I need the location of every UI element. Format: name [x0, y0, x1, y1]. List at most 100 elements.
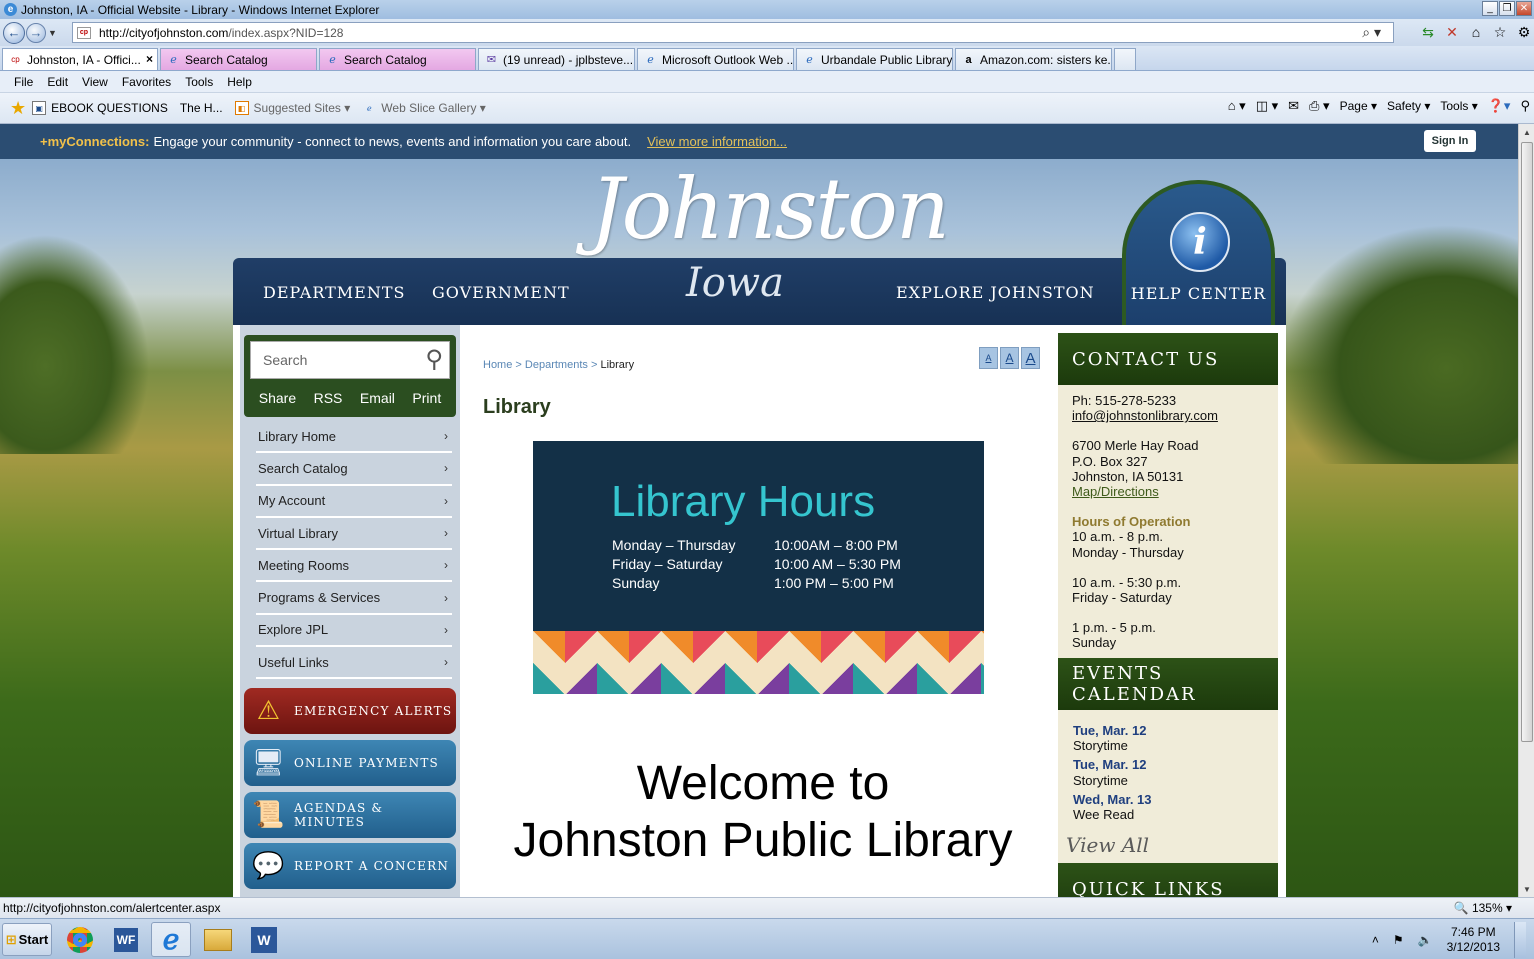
- word-taskbar-icon[interactable]: W: [244, 922, 284, 957]
- rss-feed-icon[interactable]: ◫ ▾: [1256, 98, 1278, 114]
- zoom-control[interactable]: 🔍 135% ▾: [1454, 901, 1512, 915]
- volume-icon[interactable]: 🔈: [1418, 933, 1433, 947]
- tab-outlook[interactable]: ℯ Microsoft Outlook Web ...: [637, 48, 794, 70]
- help-icon[interactable]: ❓▾: [1488, 98, 1511, 114]
- start-button[interactable]: ⊞ Start: [2, 923, 52, 956]
- breadcrumb-home[interactable]: Home: [483, 359, 512, 371]
- report-concern-button[interactable]: 💬 REPORT A CONCERN: [244, 843, 456, 889]
- page-menu[interactable]: Page ▾: [1340, 99, 1377, 113]
- print-link[interactable]: Print: [412, 390, 441, 406]
- event-date[interactable]: Wed, Mar. 13: [1073, 792, 1152, 807]
- tab-search-catalog[interactable]: ℯ Search Catalog: [160, 48, 317, 70]
- online-payments-button[interactable]: 🖥 ONLINE PAYMENTS: [244, 740, 456, 786]
- word-wordfinder-taskbar-icon[interactable]: WF: [106, 922, 146, 957]
- emergency-alerts-button[interactable]: ⚠ EMERGENCY ALERTS: [244, 688, 456, 734]
- menu-item-library-home[interactable]: Library Home ›: [256, 421, 452, 454]
- tools-menu[interactable]: Tools ▾: [1440, 99, 1477, 113]
- background-trees: [0, 234, 150, 454]
- menu-item-search-catalog[interactable]: Search Catalog ›: [256, 453, 452, 486]
- research-icon[interactable]: ⚲: [1520, 98, 1530, 114]
- vertical-scrollbar[interactable]: ▲ ▼: [1518, 124, 1534, 897]
- menu-view[interactable]: View: [82, 75, 108, 89]
- refresh-icon[interactable]: ⇆: [1418, 22, 1438, 42]
- sign-in-button[interactable]: Sign In: [1424, 130, 1476, 152]
- email-link[interactable]: info@johnstonlibrary.com: [1072, 408, 1218, 423]
- font-medium-button[interactable]: A: [1000, 347, 1019, 369]
- menu-item-virtual-library[interactable]: Virtual Library ›: [256, 518, 452, 551]
- mail-icon[interactable]: ✉: [1288, 98, 1299, 114]
- menu-edit[interactable]: Edit: [47, 75, 68, 89]
- menu-help[interactable]: Help: [227, 75, 252, 89]
- event-date[interactable]: Tue, Mar. 12: [1073, 723, 1152, 738]
- chrome-taskbar-icon[interactable]: [60, 922, 100, 957]
- rss-link[interactable]: RSS: [314, 390, 343, 406]
- email-link[interactable]: Email: [360, 390, 395, 406]
- agendas-minutes-button[interactable]: 📜 AGENDAS & MINUTES: [244, 792, 456, 838]
- favorites-star-icon[interactable]: ★: [10, 98, 26, 119]
- nav-explore-johnston[interactable]: EXPLORE JOHNSTON: [896, 283, 1095, 302]
- scroll-down-icon[interactable]: ▼: [1519, 881, 1534, 897]
- internet-explorer-taskbar-icon[interactable]: ℯ: [151, 922, 191, 957]
- home-icon[interactable]: ⌂: [1466, 22, 1486, 42]
- fav-suggested-sites[interactable]: ◧ Suggested Sites ▾: [234, 101, 350, 115]
- tab-amazon[interactable]: a Amazon.com: sisters ke...: [955, 48, 1112, 70]
- view-more-link[interactable]: View more information...: [647, 134, 787, 149]
- action-center-flag-icon[interactable]: ⚑: [1393, 933, 1404, 947]
- share-link[interactable]: Share: [259, 390, 296, 406]
- home-icon[interactable]: ⌂ ▾: [1228, 98, 1246, 114]
- tab-johnston[interactable]: cp Johnston, IA - Offici... ×: [2, 48, 158, 70]
- search-icon[interactable]: ⌕ ▾: [1362, 24, 1381, 41]
- menu-item-useful-links[interactable]: Useful Links ›: [256, 647, 452, 680]
- new-tab-button[interactable]: [1114, 48, 1136, 70]
- url-field[interactable]: cp http://cityofjohnston.com/index.aspx?…: [72, 22, 1394, 43]
- gear-icon[interactable]: ⚙: [1514, 22, 1534, 42]
- nav-government[interactable]: GOVERNMENT: [432, 283, 570, 302]
- menu-file[interactable]: File: [14, 75, 33, 89]
- show-desktop-button[interactable]: [1514, 921, 1526, 958]
- breadcrumb-departments[interactable]: Departments: [525, 359, 588, 371]
- file-explorer-taskbar-icon[interactable]: [198, 922, 238, 957]
- print-icon[interactable]: ⎙ ▾: [1309, 98, 1330, 114]
- close-tab-icon[interactable]: ×: [146, 52, 153, 66]
- stop-icon[interactable]: ✕: [1442, 22, 1462, 42]
- forward-button[interactable]: →: [26, 22, 46, 43]
- search-icon[interactable]: ⚲: [425, 345, 443, 374]
- view-all-events-link[interactable]: View All: [1066, 833, 1149, 857]
- johnston-iowa-logo[interactable]: Johnston Iowa: [580, 160, 950, 310]
- menu-favorites[interactable]: Favorites: [122, 75, 171, 89]
- tab-label: Johnston, IA - Offici...: [27, 52, 141, 67]
- fav-the-h[interactable]: The H...: [180, 101, 223, 115]
- font-large-button[interactable]: A: [1021, 347, 1040, 369]
- site-search-input[interactable]: Search ⚲: [250, 341, 450, 379]
- menu-item-my-account[interactable]: My Account ›: [256, 486, 452, 518]
- hours-heading: Library Hours: [611, 477, 876, 526]
- back-button[interactable]: ←: [3, 21, 25, 44]
- nav-departments[interactable]: DEPARTMENTS: [263, 283, 406, 302]
- event-date[interactable]: Tue, Mar. 12: [1073, 757, 1152, 772]
- favorites-star-icon[interactable]: ☆: [1490, 22, 1510, 42]
- menu-item-programs-services[interactable]: Programs & Services ›: [256, 582, 452, 615]
- menu-item-explore-jpl[interactable]: Explore JPL ›: [256, 615, 452, 648]
- show-hidden-icons-icon[interactable]: ˄: [1372, 933, 1379, 947]
- fav-ebook-questions[interactable]: ▣ EBOOK QUESTIONS: [32, 101, 168, 115]
- tab-urbandale[interactable]: ℯ Urbandale Public Library: [796, 48, 953, 70]
- map-directions-link[interactable]: Map/Directions: [1072, 484, 1218, 499]
- help-center-button[interactable]: i HELP CENTER: [1122, 180, 1275, 325]
- hours-days: Friday – Saturday: [612, 556, 723, 572]
- safety-menu[interactable]: Safety ▾: [1387, 99, 1430, 113]
- tab-search-catalog-2[interactable]: ℯ Search Catalog: [319, 48, 476, 70]
- menu-tools[interactable]: Tools: [185, 75, 213, 89]
- menu-item-meeting-rooms[interactable]: Meeting Rooms ›: [256, 550, 452, 583]
- info-icon: i: [1170, 212, 1230, 272]
- restore-button[interactable]: ❐: [1499, 1, 1515, 16]
- scroll-up-icon[interactable]: ▲: [1519, 124, 1534, 140]
- tab-mail[interactable]: ✉ (19 unread) - jplbsteve...: [478, 48, 635, 70]
- scrollbar-thumb[interactable]: [1521, 142, 1533, 742]
- menu-bar: File Edit View Favorites Tools Help: [0, 71, 1534, 93]
- recent-pages-dropdown-icon[interactable]: ▼: [48, 28, 57, 38]
- fav-web-slice-gallery[interactable]: ℯ Web Slice Gallery ▾: [362, 101, 486, 115]
- minimize-button[interactable]: _: [1482, 1, 1498, 16]
- font-small-button[interactable]: A: [979, 347, 998, 369]
- system-clock[interactable]: 7:46 PM 3/12/2013: [1447, 925, 1500, 955]
- close-window-button[interactable]: ✕: [1516, 1, 1532, 16]
